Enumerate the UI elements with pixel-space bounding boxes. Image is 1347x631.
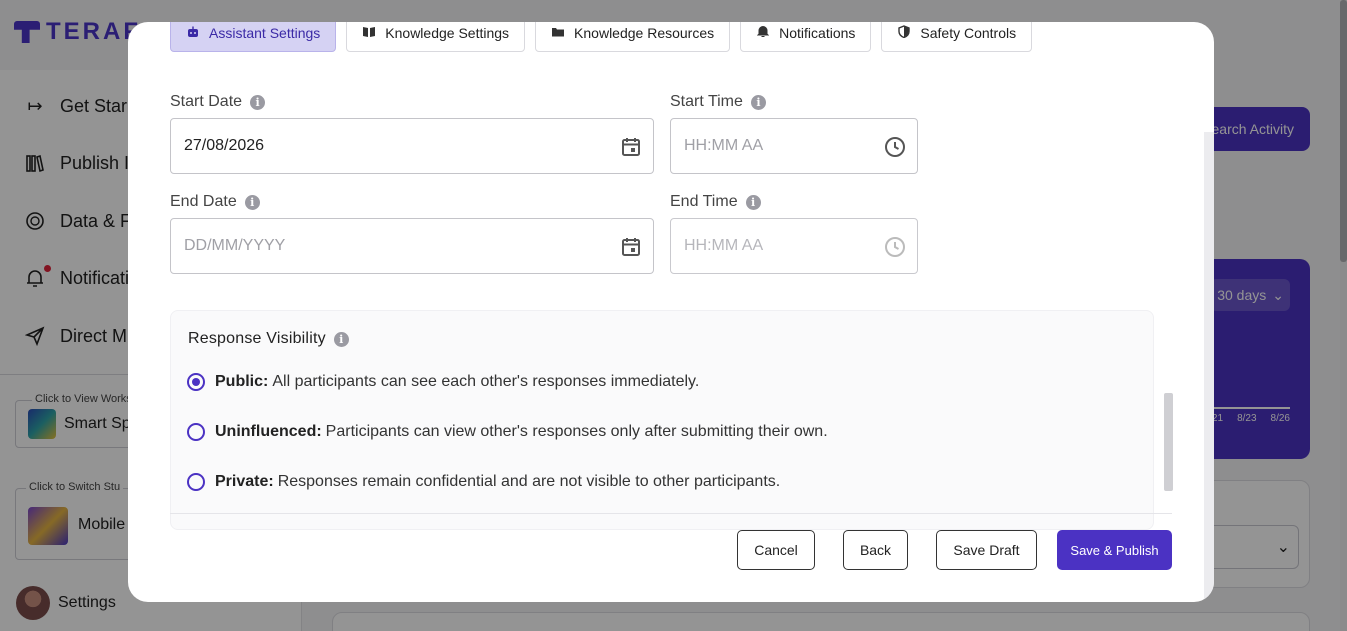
bell-icon: [756, 25, 770, 41]
tab-label: Knowledge Settings: [385, 25, 510, 41]
end-date-placeholder: DD/MM/YYYY: [184, 237, 286, 254]
save-draft-button[interactable]: Save Draft: [936, 530, 1037, 570]
start-time-label-text: Start Time: [670, 93, 743, 110]
modal-scrollbar-track: [1204, 132, 1214, 602]
option-desc: Participants can view other's responses …: [325, 423, 828, 440]
option-name: Public:: [215, 373, 269, 390]
tab-label: Notifications: [779, 25, 856, 41]
calendar-icon[interactable]: [619, 235, 643, 259]
info-icon[interactable]: i: [745, 194, 761, 210]
tab-notifications[interactable]: Notifications: [740, 22, 872, 52]
response-visibility-title: Response Visibility i: [188, 330, 349, 348]
start-date-value: 27/08/2026: [184, 137, 265, 154]
info-icon[interactable]: i: [333, 331, 349, 347]
response-visibility-title-text: Response Visibility: [188, 330, 326, 347]
folder-icon: [551, 26, 565, 41]
end-time-label-text: End Time: [670, 193, 738, 210]
calendar-icon[interactable]: [619, 135, 643, 159]
tab-label: Knowledge Resources: [574, 25, 715, 41]
radio-uninfluenced[interactable]: [187, 423, 205, 441]
clock-icon[interactable]: [883, 135, 907, 159]
tab-knowledge-settings[interactable]: Knowledge Settings: [346, 22, 526, 52]
modal-scrollbar-thumb[interactable]: [1164, 393, 1173, 491]
info-icon[interactable]: i: [244, 194, 260, 210]
start-date-input[interactable]: 27/08/2026: [170, 118, 654, 174]
start-date-label: Start Date i: [170, 93, 266, 111]
clock-icon[interactable]: [883, 235, 907, 259]
visibility-option-public[interactable]: Public: All participants can see each oth…: [187, 373, 699, 391]
end-time-input[interactable]: HH:MM AA: [670, 218, 918, 274]
shield-icon: [897, 25, 911, 41]
modal-tabs: Assistant Settings Knowledge Settings Kn…: [170, 22, 1033, 52]
tab-label: Assistant Settings: [209, 25, 321, 41]
option-name: Private:: [215, 473, 274, 490]
settings-modal: Assistant Settings Knowledge Settings Kn…: [128, 22, 1214, 602]
radio-private[interactable]: [187, 473, 205, 491]
option-text: Private: Responses remain confidential an…: [215, 473, 780, 491]
tab-label: Safety Controls: [920, 25, 1017, 41]
end-date-label: End Date i: [170, 193, 260, 211]
end-time-placeholder: HH:MM AA: [684, 237, 764, 254]
option-name: Uninfluenced:: [215, 423, 322, 440]
footer-divider: [170, 513, 1172, 514]
book-icon: [362, 26, 376, 41]
option-desc: Responses remain confidential and are no…: [277, 473, 781, 490]
start-time-placeholder: HH:MM AA: [684, 137, 764, 154]
start-time-input[interactable]: HH:MM AA: [670, 118, 918, 174]
radio-public[interactable]: [187, 373, 205, 391]
tab-knowledge-resources[interactable]: Knowledge Resources: [535, 22, 731, 52]
end-date-label-text: End Date: [170, 193, 237, 210]
info-icon[interactable]: i: [250, 94, 266, 110]
start-time-label: Start Time i: [670, 93, 766, 111]
visibility-option-uninfluenced[interactable]: Uninfluenced: Participants can view other…: [187, 423, 828, 441]
robot-icon: [186, 26, 200, 41]
back-button[interactable]: Back: [843, 530, 908, 570]
end-time-label: End Time i: [670, 193, 761, 211]
end-date-input[interactable]: DD/MM/YYYY: [170, 218, 654, 274]
tab-assistant-settings[interactable]: Assistant Settings: [170, 22, 337, 52]
option-desc: All participants can see each other's re…: [272, 373, 700, 390]
start-date-label-text: Start Date: [170, 93, 243, 110]
info-icon[interactable]: i: [750, 94, 766, 110]
tab-safety-controls[interactable]: Safety Controls: [881, 22, 1033, 52]
option-text: Public: All participants can see each oth…: [215, 373, 699, 391]
save-publish-button[interactable]: Save & Publish: [1057, 530, 1172, 570]
option-text: Uninfluenced: Participants can view other…: [215, 423, 828, 441]
visibility-option-private[interactable]: Private: Responses remain confidential an…: [187, 473, 780, 491]
response-visibility-card: Response Visibility i Public: All partici…: [170, 310, 1154, 530]
cancel-button[interactable]: Cancel: [737, 530, 815, 570]
